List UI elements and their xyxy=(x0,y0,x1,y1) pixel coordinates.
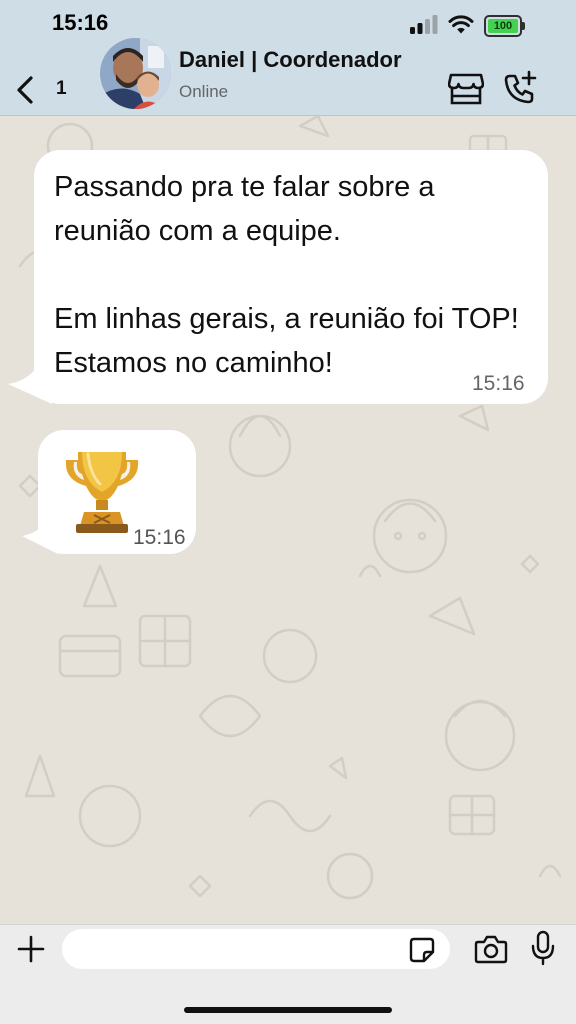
mic-icon[interactable] xyxy=(530,930,556,966)
wifi-icon xyxy=(448,15,474,34)
message-input[interactable] xyxy=(62,929,450,969)
sticker-icon[interactable] xyxy=(408,936,436,964)
cellular-signal-icon xyxy=(410,15,438,34)
call-add-icon[interactable] xyxy=(502,70,538,106)
contact-name[interactable]: Daniel | Coordenador xyxy=(179,47,402,73)
battery-level: 100 xyxy=(488,19,518,33)
message-time: 15:16 xyxy=(472,372,525,395)
avatar[interactable] xyxy=(100,38,171,109)
status-time: 15:16 xyxy=(52,10,109,35)
unread-count[interactable]: 1 xyxy=(56,78,67,100)
chat-header: 15:16 100 1 Daniel | Coordenador Online xyxy=(0,0,576,116)
store-icon[interactable] xyxy=(448,72,484,106)
home-indicator xyxy=(184,1007,392,1013)
battery-icon: 100 xyxy=(484,15,526,37)
camera-icon[interactable] xyxy=(474,934,508,964)
message-time: 15:16 xyxy=(133,526,186,549)
trophy-icon xyxy=(65,452,139,533)
chevron-left-icon[interactable] xyxy=(14,76,36,104)
contact-status: Online xyxy=(179,82,229,101)
plus-icon[interactable] xyxy=(16,934,46,964)
message-text: Passando pra te falar sobre a reunião co… xyxy=(54,171,519,379)
